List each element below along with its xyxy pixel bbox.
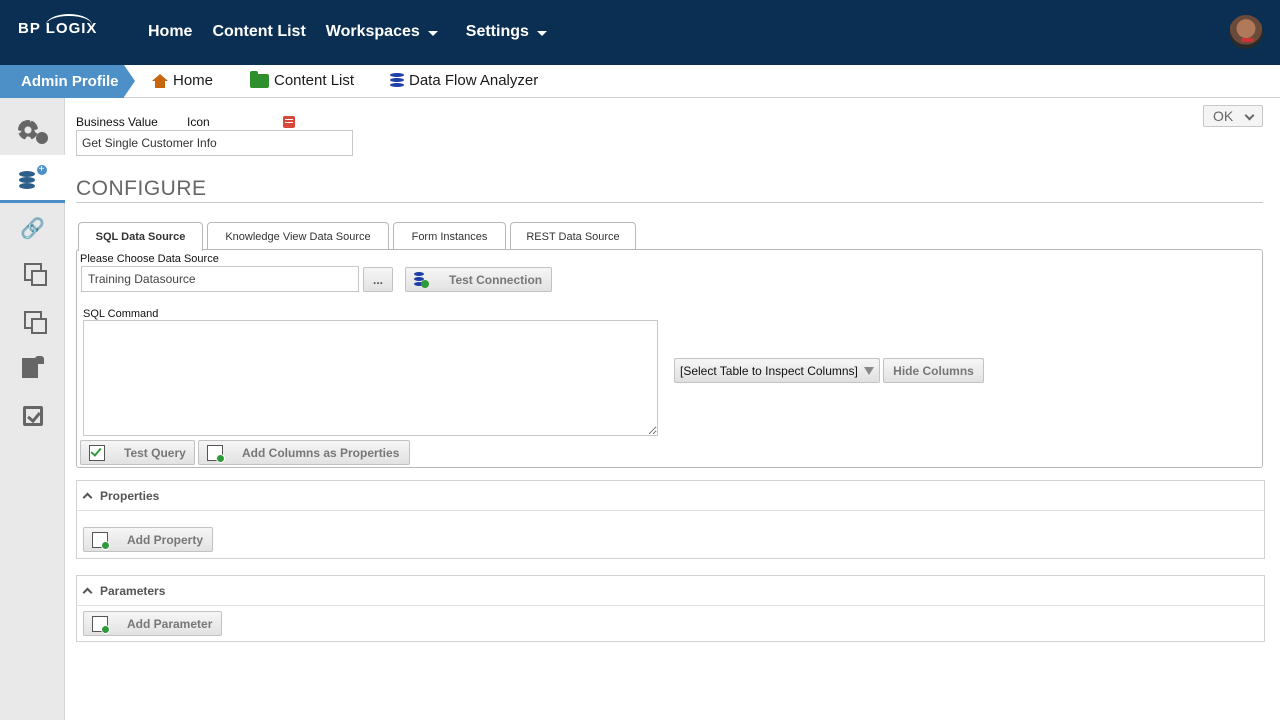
home-icon: [152, 73, 168, 88]
add-sheet-icon: [92, 615, 110, 634]
folder-icon: [250, 70, 269, 88]
business-value-label: Business Value: [76, 115, 158, 129]
test-query-button[interactable]: Test Query: [80, 440, 195, 465]
properties-section: Properties Add Property: [76, 480, 1265, 559]
bp-logix-logo[interactable]: BP LOGIX: [18, 14, 97, 37]
properties-header[interactable]: Properties: [77, 481, 1264, 511]
parameters-section: Parameters Add Parameter: [76, 575, 1265, 642]
tab-rest-data-source[interactable]: REST Data Source: [510, 222, 636, 250]
breadcrumb-bar: Admin Profile Home Content List Data Flo…: [0, 65, 1280, 98]
test-connection-button[interactable]: Test Connection: [405, 267, 552, 292]
form-icon-picker-icon[interactable]: [283, 116, 295, 128]
sidebar-copy[interactable]: [0, 296, 65, 344]
main-content: Business Value Icon OK CONFIGURE SQL Dat…: [65, 98, 1280, 720]
gears-icon: [16, 118, 50, 146]
add-property-button[interactable]: Add Property: [83, 527, 213, 552]
admin-profile-crumb[interactable]: Admin Profile: [0, 65, 135, 98]
chevron-down-icon: [536, 30, 547, 36]
main-nav: Home Content List Workspaces Settings: [148, 23, 567, 41]
nav-home[interactable]: Home: [148, 23, 192, 41]
icon-label: Icon: [187, 115, 210, 129]
database-check-icon: [414, 271, 430, 288]
crumb-data-flow-analyzer[interactable]: Data Flow Analyzer: [390, 72, 538, 89]
add-sheet-icon: [207, 444, 225, 463]
configure-heading: CONFIGURE: [76, 177, 207, 200]
link-icon: 🔗: [20, 216, 45, 240]
sidebar-settings[interactable]: [0, 108, 65, 156]
left-sidebar: + 🔗: [0, 98, 65, 720]
sidebar-data-source[interactable]: +: [0, 155, 65, 203]
sql-command-label: SQL Command: [83, 308, 159, 320]
hide-columns-button[interactable]: Hide Columns: [883, 358, 984, 383]
business-value-input[interactable]: [76, 130, 353, 156]
database-add-icon: +: [18, 164, 47, 191]
table-inspect-select[interactable]: [Select Table to Inspect Columns]: [674, 358, 880, 383]
squares-icon: [23, 263, 47, 286]
choose-data-source-label: Please Choose Data Source: [80, 253, 219, 265]
tab-sql-data-source[interactable]: SQL Data Source: [78, 222, 203, 251]
parameters-header[interactable]: Parameters: [77, 576, 1264, 606]
nav-content-list[interactable]: Content List: [212, 23, 305, 41]
chevron-down-icon: [427, 30, 438, 36]
chevron-up-icon: [82, 587, 93, 598]
crumb-home[interactable]: Home: [152, 72, 213, 89]
sidebar-approve[interactable]: [0, 392, 65, 440]
top-navbar: BP LOGIX Home Content List Workspaces Se…: [0, 0, 1280, 65]
sql-command-textarea[interactable]: [83, 320, 658, 436]
user-avatar[interactable]: [1227, 13, 1265, 51]
dropdown-arrow-icon: [864, 367, 874, 375]
database-icon: [390, 73, 404, 88]
checkbox-icon: [22, 406, 43, 426]
chevron-up-icon: [82, 492, 93, 503]
chevron-down-icon: [1244, 110, 1255, 121]
crumb-content-list[interactable]: Content List: [250, 70, 354, 89]
browse-data-source-button[interactable]: ...: [363, 267, 393, 292]
add-sheet-icon: [92, 531, 110, 550]
divider: [76, 202, 1263, 203]
nav-settings[interactable]: Settings: [466, 23, 547, 41]
sidebar-links[interactable]: 🔗: [0, 204, 65, 252]
sidebar-security[interactable]: [0, 344, 65, 392]
ok-button[interactable]: OK: [1203, 105, 1263, 127]
query-check-icon: [89, 444, 105, 461]
add-columns-as-properties-button[interactable]: Add Columns as Properties: [198, 440, 410, 465]
data-source-input[interactable]: [81, 266, 359, 292]
document-lock-icon: [21, 356, 44, 380]
sidebar-mappings[interactable]: [0, 248, 65, 296]
tab-form-instances[interactable]: Form Instances: [393, 222, 506, 250]
tab-knowledge-view-data-source[interactable]: Knowledge View Data Source: [207, 222, 389, 250]
copy-icon: [23, 311, 47, 334]
nav-workspaces[interactable]: Workspaces: [326, 23, 438, 41]
add-parameter-button[interactable]: Add Parameter: [83, 611, 222, 636]
